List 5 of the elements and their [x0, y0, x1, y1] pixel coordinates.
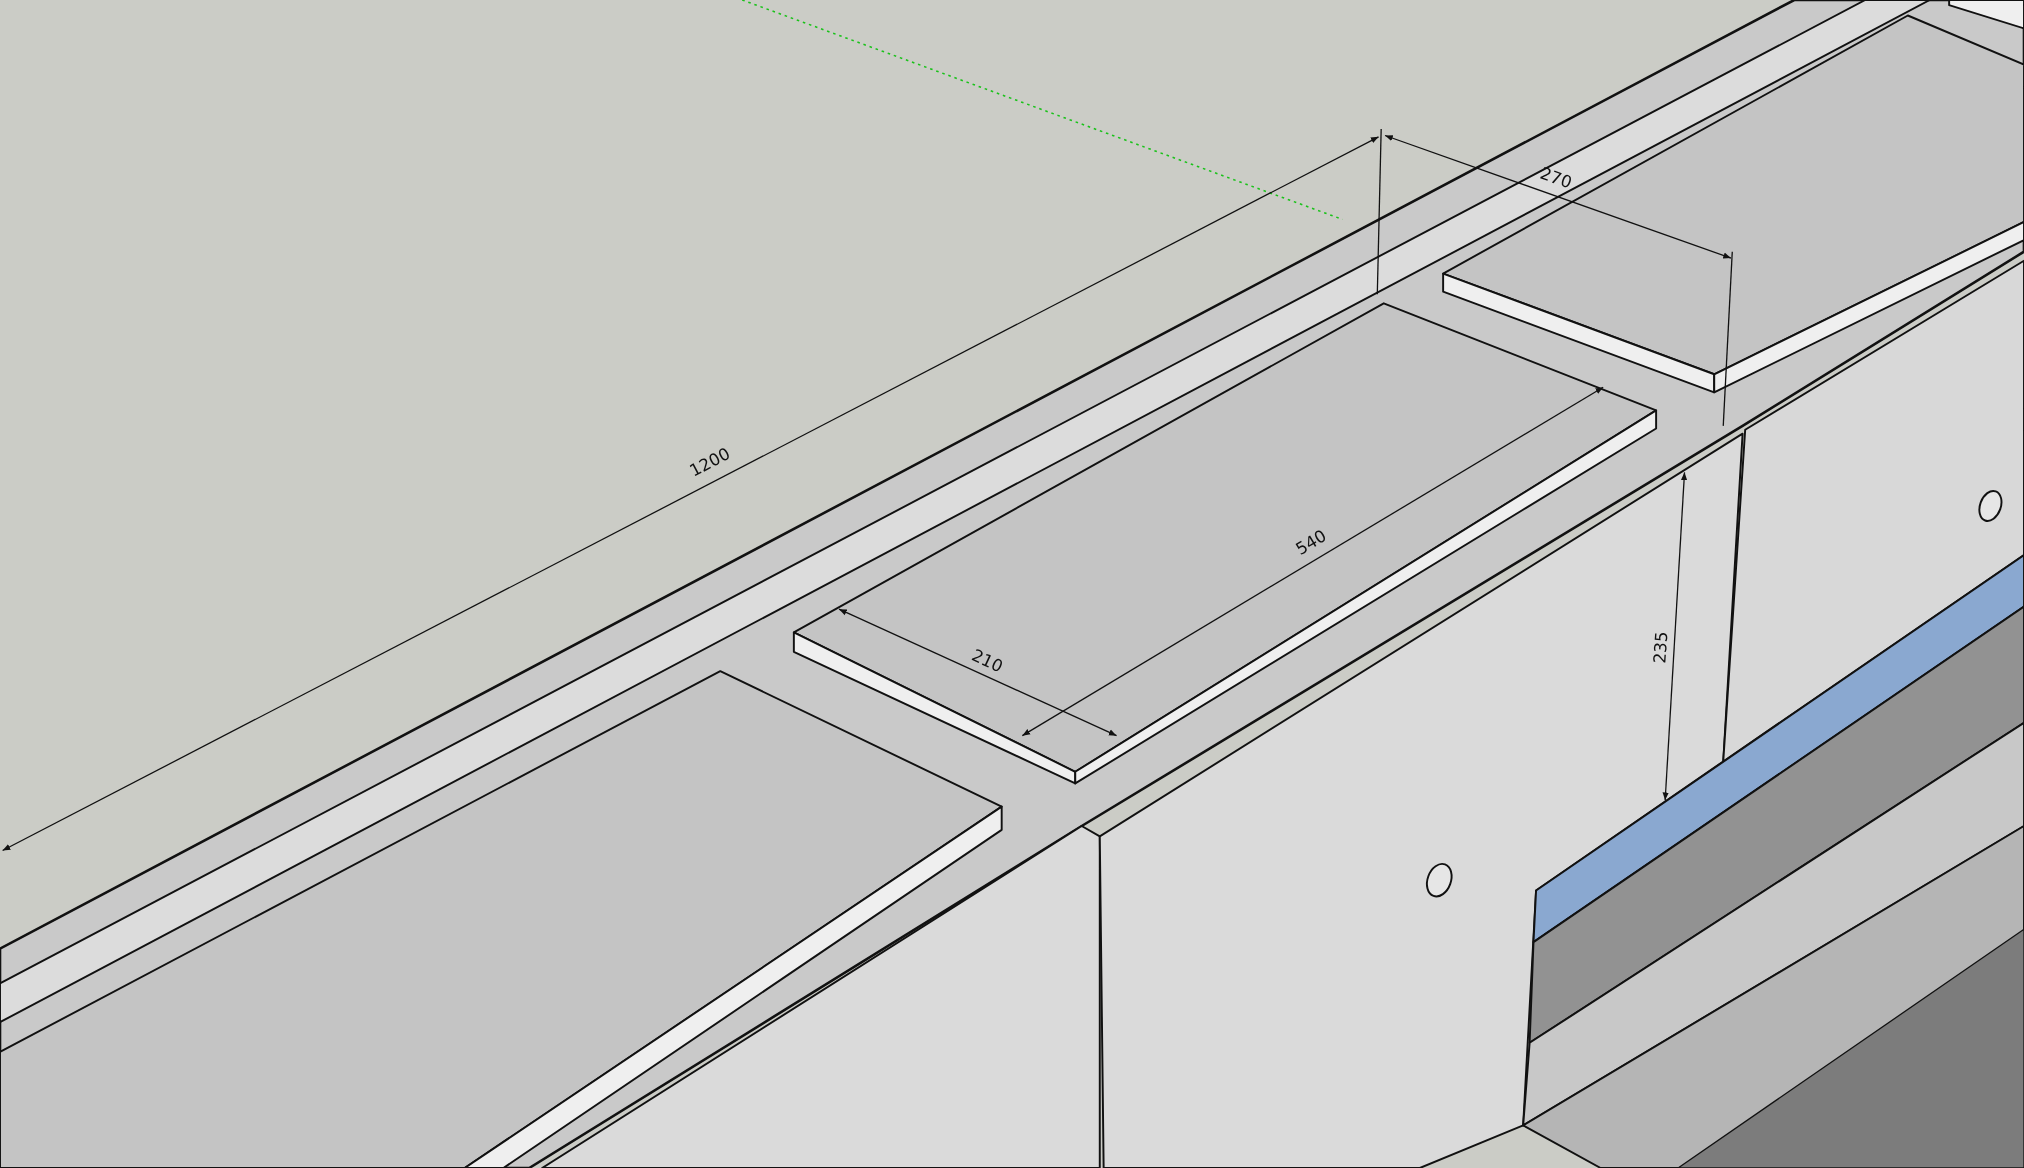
dimension-label: 235	[1649, 630, 1672, 665]
dimension-label: 540	[1292, 525, 1330, 559]
dimension-label: 210	[968, 644, 1007, 677]
dimension-label: 270	[1537, 162, 1575, 193]
dimension-label: 1200	[686, 443, 734, 481]
